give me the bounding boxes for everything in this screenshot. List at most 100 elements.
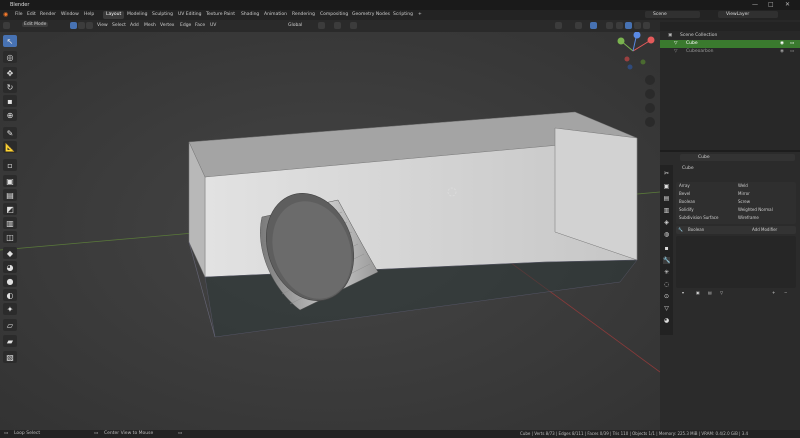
visibility-icon[interactable]: ◉: [780, 48, 784, 56]
modifier-tab-icon[interactable]: 🔧: [663, 257, 670, 264]
physics-tab-icon[interactable]: ◌: [663, 281, 670, 288]
paste-icon[interactable]: ▤: [708, 290, 712, 295]
camera-icon[interactable]: ▭: [790, 40, 794, 48]
smooth-tool-icon[interactable]: ●: [3, 275, 17, 287]
measure-tool-icon[interactable]: 📐: [3, 141, 17, 153]
modifier-header-label[interactable]: Boolean: [688, 227, 704, 232]
menu-help[interactable]: Help: [84, 12, 94, 17]
snap-icon[interactable]: [334, 22, 341, 29]
menu-edge[interactable]: Edge: [180, 23, 191, 28]
menu-vertex[interactable]: Vertex: [160, 23, 174, 28]
menu-face[interactable]: Face: [195, 23, 205, 28]
sidebar-toggle-icon[interactable]: ▧: [3, 351, 17, 363]
menu-edit[interactable]: Edit: [27, 12, 36, 17]
blender-logo-icon[interactable]: ◉: [3, 11, 8, 18]
modifier-wireframe[interactable]: Wireframe: [738, 215, 759, 220]
vertex-groups-icon[interactable]: ▾: [682, 290, 684, 295]
maximize-icon[interactable]: □: [768, 1, 774, 8]
vertex-select-icon[interactable]: [70, 22, 77, 29]
minimize-icon[interactable]: —: [752, 1, 758, 8]
overlay-icon[interactable]: [590, 22, 597, 29]
outliner-item-cube[interactable]: ▽ Cube ◉ ▭: [660, 40, 800, 48]
modifier-subdivision-surface[interactable]: Subdivision Surface: [679, 215, 718, 220]
data-tab-icon[interactable]: ▽: [663, 305, 670, 312]
tab-scripting[interactable]: Scripting: [390, 11, 416, 19]
scale-tool-icon[interactable]: ▪: [3, 95, 17, 107]
inset-tool-icon[interactable]: ▤: [3, 189, 17, 201]
tab-rendering[interactable]: Rendering: [289, 11, 318, 19]
rotate-tool-icon[interactable]: ↻: [3, 81, 17, 93]
knife-tool-icon[interactable]: ◫: [3, 231, 17, 243]
xray-icon[interactable]: [606, 22, 613, 29]
editor-type-icon[interactable]: [3, 22, 10, 29]
move-tool-icon[interactable]: ✥: [3, 67, 17, 79]
menu-file[interactable]: File: [15, 12, 23, 17]
render-tab-icon[interactable]: ▣: [663, 183, 670, 190]
menu-window[interactable]: Window: [61, 12, 79, 17]
visibility-icon[interactable]: ◉: [780, 40, 784, 48]
particles-tab-icon[interactable]: ✳: [663, 269, 670, 276]
pivot-icon[interactable]: [318, 22, 325, 29]
poly-build-tool-icon[interactable]: ◆: [3, 247, 17, 259]
modifier-weighted-normal[interactable]: Weighted Normal: [738, 207, 773, 212]
tab-shading[interactable]: Shading: [238, 11, 262, 19]
material-tab-icon[interactable]: ◕: [663, 317, 670, 324]
output-tab-icon[interactable]: ▤: [663, 195, 670, 202]
add-icon[interactable]: +: [772, 290, 775, 295]
tool-tab-icon[interactable]: ✂: [663, 170, 670, 177]
mode-selector[interactable]: Edit Mode: [22, 22, 49, 27]
tab-compositing[interactable]: Compositing: [317, 11, 351, 19]
gizmo-icon[interactable]: [575, 22, 582, 29]
tab-layout[interactable]: Layout: [103, 11, 125, 19]
select-box-icon[interactable]: ↖: [3, 35, 17, 47]
properties-search[interactable]: Cube: [680, 154, 795, 161]
outliner-item-scene-collection[interactable]: ▣ Scene Collection: [660, 32, 800, 40]
annotate-tool-icon[interactable]: ✎: [3, 127, 17, 139]
edge-slide-tool-icon[interactable]: ◐: [3, 289, 17, 301]
material-shading-icon[interactable]: [634, 22, 641, 29]
bevel-tool-icon[interactable]: ◩: [3, 203, 17, 215]
shear-tool-icon[interactable]: ▱: [3, 319, 17, 331]
tab-texture-paint[interactable]: Texture Paint: [203, 11, 238, 19]
view-layer-tab-icon[interactable]: ▥: [663, 207, 670, 214]
add-workspace-icon[interactable]: +: [418, 12, 422, 17]
menu-view[interactable]: View: [97, 23, 108, 28]
shrink-fatten-tool-icon[interactable]: ✦: [3, 303, 17, 315]
scene-tab-icon[interactable]: ◈: [663, 219, 670, 226]
face-select-icon[interactable]: [86, 22, 93, 29]
tab-modeling[interactable]: Modeling: [124, 11, 150, 19]
scene-selector[interactable]: Scene: [645, 11, 700, 18]
3d-viewport[interactable]: [0, 32, 660, 430]
tab-sculpting[interactable]: Sculpting: [149, 11, 176, 19]
close-icon[interactable]: ✕: [785, 1, 790, 8]
world-tab-icon[interactable]: ◍: [663, 231, 670, 238]
object-tab-icon[interactable]: ▪: [663, 245, 670, 252]
tab-uv-editing[interactable]: UV Editing: [175, 11, 204, 19]
modifier-solidify[interactable]: Solidify: [679, 207, 694, 212]
menu-add[interactable]: Add: [130, 23, 139, 28]
transform-orientation[interactable]: Global: [288, 23, 302, 28]
tab-animation[interactable]: Animation: [261, 11, 290, 19]
cursor-tool-icon[interactable]: ◎: [3, 51, 17, 63]
remove-icon[interactable]: −: [784, 290, 787, 295]
modifier-weld[interactable]: Weld: [738, 183, 748, 188]
proportional-edit-icon[interactable]: [350, 22, 357, 29]
menu-uv[interactable]: UV: [210, 23, 216, 28]
wireframe-shading-icon[interactable]: [616, 22, 623, 29]
filter-icon[interactable]: ▽: [720, 290, 723, 295]
add-cube-tool-icon[interactable]: ▫: [3, 159, 17, 171]
tab-geometry-nodes[interactable]: Geometry Nodes: [349, 11, 393, 19]
constraints-tab-icon[interactable]: ⊙: [663, 293, 670, 300]
menu-render[interactable]: Render: [40, 12, 56, 17]
modifier-screw[interactable]: Screw: [738, 199, 750, 204]
rip-tool-icon[interactable]: ▰: [3, 335, 17, 347]
viewport-scene[interactable]: [0, 32, 660, 430]
solid-shading-icon[interactable]: [625, 22, 632, 29]
extrude-tool-icon[interactable]: ▣: [3, 175, 17, 187]
edge-select-icon[interactable]: [78, 22, 85, 29]
modifier-mirror[interactable]: Mirror: [738, 191, 750, 196]
copy-icon[interactable]: ▣: [696, 290, 700, 295]
spin-tool-icon[interactable]: ◕: [3, 261, 17, 273]
loop-cut-tool-icon[interactable]: ▥: [3, 217, 17, 229]
modifier-bevel[interactable]: Bevel: [679, 191, 690, 196]
